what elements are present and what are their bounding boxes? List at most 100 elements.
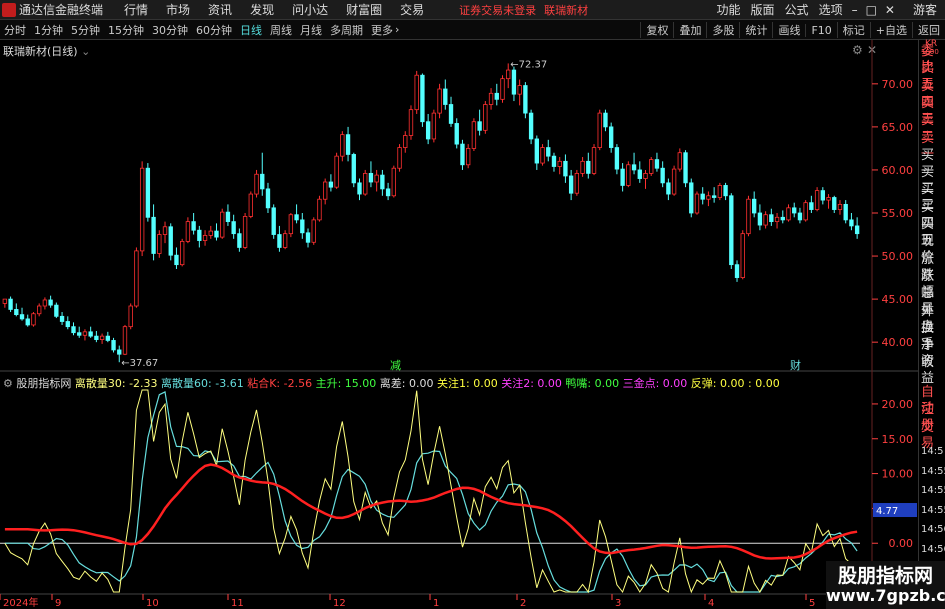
candle-up [814, 190, 820, 210]
candle-down [174, 254, 179, 266]
candle-down [454, 123, 459, 145]
candle-up [626, 164, 631, 186]
date-tick-label: 10 [146, 598, 159, 609]
sidebar-item-18[interactable]: 收益 [921, 355, 945, 387]
watermark-title: 股朋指标网 [837, 565, 933, 587]
candle-up [574, 172, 580, 194]
candle-down [843, 203, 848, 221]
candle-up [374, 174, 379, 183]
date-tick-label: 2024年 [3, 596, 38, 609]
candle-down [277, 234, 282, 248]
candle-up [282, 233, 288, 248]
candle-down [19, 314, 25, 320]
candle-up [706, 195, 711, 200]
candle-down [94, 335, 99, 340]
candle-down [54, 304, 59, 317]
candle-down [660, 167, 665, 184]
candle-down [420, 74, 425, 123]
candle-down [65, 321, 70, 328]
candle-down [168, 226, 173, 256]
sidebar-time-2: 14:55 [921, 485, 945, 496]
candle-down [654, 159, 660, 169]
candle-down [528, 112, 534, 140]
candle-down [683, 152, 688, 184]
sidebar-time-5: 14:56 [921, 543, 945, 555]
candle-up [414, 74, 419, 111]
candle-up [580, 160, 585, 174]
price-tick-label: 65.00 [882, 121, 914, 134]
candle-down [780, 216, 785, 221]
candle-up [162, 226, 168, 235]
candle-up [220, 211, 225, 238]
candle-down [631, 164, 637, 171]
candle-down [757, 212, 763, 226]
candle-up [242, 216, 248, 248]
candle-up [139, 167, 145, 252]
candle-down [752, 198, 757, 214]
candle-up [391, 167, 396, 197]
date-tick-label: 11 [231, 598, 244, 609]
candle-up [311, 219, 316, 243]
sidebar-time-0: 14:5 [921, 446, 944, 457]
date-tick-label: 1 [433, 598, 439, 609]
candle-up [208, 230, 213, 236]
marker-fin: 财 [790, 358, 801, 372]
candle-down [305, 232, 311, 243]
candle-up [677, 152, 682, 170]
candle-down [117, 349, 122, 355]
sidebar-time-1: 14:55 [921, 465, 945, 477]
candle-up [157, 234, 162, 254]
candle-down [511, 69, 517, 95]
candle-up [397, 147, 402, 169]
date-tick-label: 4 [708, 598, 714, 609]
series-dispersion60 [4, 391, 858, 593]
candle-up [471, 121, 477, 149]
price-tick-label: 40.00 [882, 336, 914, 349]
candle-up [488, 92, 494, 105]
candle-up [288, 214, 294, 235]
marker-reduce: 减 [390, 359, 401, 372]
candle-down [666, 182, 671, 195]
date-tick-label: 5 [809, 598, 815, 609]
candle-up [466, 148, 471, 166]
candle-up [431, 112, 437, 140]
candle-up [483, 104, 488, 131]
price-tick-label: 60.00 [882, 164, 914, 177]
candle-down [271, 207, 276, 235]
candle-down [111, 340, 116, 351]
price-tick-label: 45.00 [882, 293, 914, 306]
candle-down [460, 143, 465, 166]
candle-down [477, 121, 482, 131]
candle-up [122, 326, 128, 355]
date-tick-label: 9 [55, 598, 61, 609]
candle-down [237, 233, 242, 248]
candle-up [180, 241, 185, 266]
candle-down [145, 167, 151, 218]
kline-chart[interactable]: 70.0065.0060.0055.0050.0045.0040.0020.00… [0, 0, 945, 609]
candle-down [191, 221, 196, 231]
candle-down [380, 174, 385, 190]
candle-down [832, 197, 837, 210]
min-price-label: ←37.67 [121, 358, 158, 369]
candle-down [197, 229, 202, 241]
price-tick-label: 50.00 [882, 250, 914, 263]
candle-up [403, 135, 408, 148]
candle-up [42, 299, 48, 307]
candle-up [37, 305, 42, 315]
candle-down [14, 309, 19, 316]
candle-down [568, 175, 574, 194]
date-tick-label: 3 [615, 598, 621, 609]
price-tick-label: 55.00 [882, 207, 914, 220]
candle-up [363, 172, 368, 195]
candle-down [265, 188, 271, 209]
candle-down [809, 202, 814, 210]
quote-sidebar: KR 1000 委比 卖五 卖四 卖三 卖二 卖一 买一 买二 买三 买四 买五 现价 涨跌 涨幅 总量 外盘… [918, 40, 945, 609]
sidebar-time-3: 14:55 [921, 504, 945, 516]
candle-down [48, 299, 53, 306]
candle-down [534, 138, 539, 164]
candle-up [2, 298, 8, 304]
candle-up [128, 305, 133, 328]
candle-down [357, 182, 362, 195]
candle-up [591, 147, 597, 174]
candle-up [803, 202, 808, 221]
